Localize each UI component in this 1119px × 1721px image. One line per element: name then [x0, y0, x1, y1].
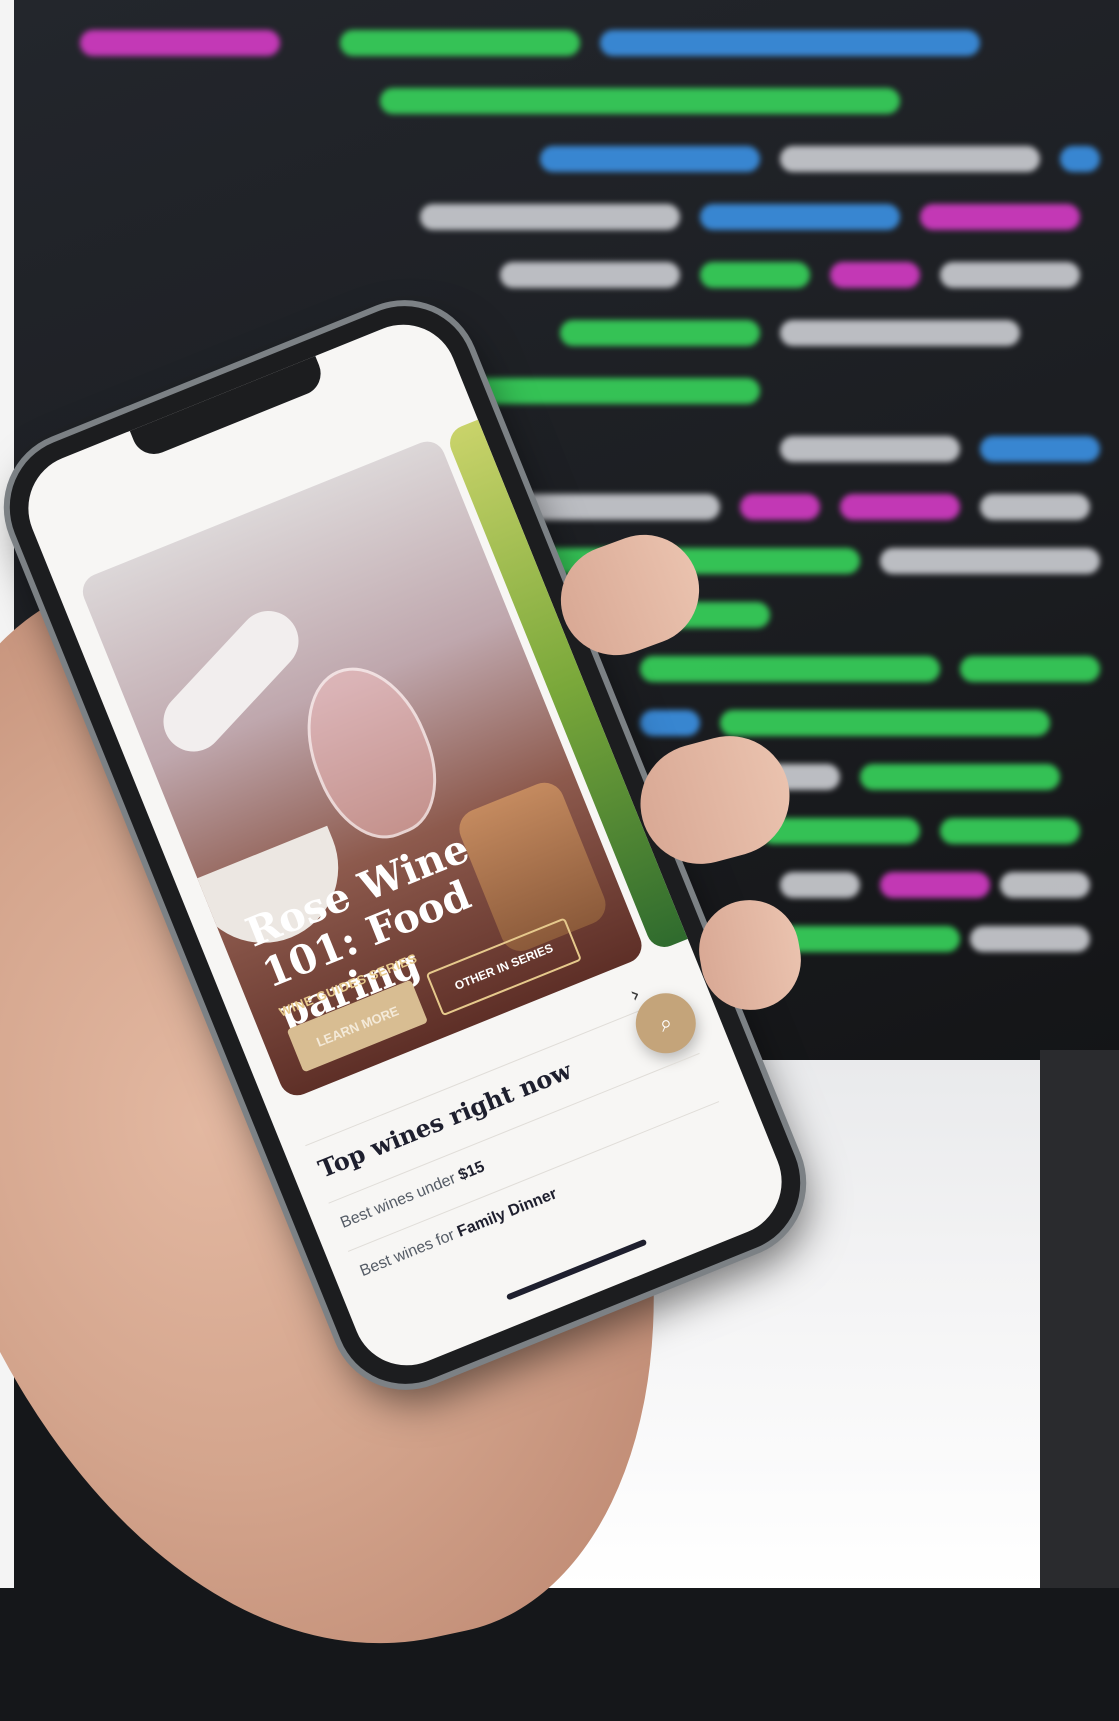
code-line	[980, 494, 1090, 520]
code-line	[1000, 872, 1090, 898]
code-line	[880, 548, 1100, 574]
wine-bottle-image	[151, 598, 311, 764]
code-line	[940, 818, 1080, 844]
code-line	[780, 436, 960, 462]
code-line	[600, 30, 980, 56]
background-monitor-stand	[1040, 1050, 1119, 1588]
list-item-highlight: Family Dinner	[454, 1185, 560, 1241]
code-line	[780, 926, 960, 952]
code-line	[880, 872, 990, 898]
list-item-prefix: Best wines for	[357, 1224, 462, 1281]
code-line	[760, 818, 920, 844]
code-line	[780, 146, 1040, 172]
code-line	[720, 710, 1050, 736]
wine-glass-image	[283, 648, 458, 856]
code-line	[700, 204, 900, 230]
code-line	[780, 320, 1020, 346]
code-line	[640, 710, 700, 736]
code-line	[940, 262, 1080, 288]
code-line	[540, 146, 760, 172]
code-line	[340, 30, 580, 56]
code-line	[560, 320, 760, 346]
code-line	[640, 656, 940, 682]
code-line	[1060, 146, 1100, 172]
code-line	[980, 436, 1100, 462]
code-line	[960, 656, 1100, 682]
code-line	[840, 494, 960, 520]
code-line	[830, 262, 920, 288]
code-line	[700, 262, 810, 288]
home-indicator	[505, 1238, 648, 1301]
code-line	[420, 204, 680, 230]
code-line	[780, 872, 860, 898]
list-item-highlight: $15	[456, 1158, 488, 1185]
code-line	[920, 204, 1080, 230]
code-line	[860, 764, 1060, 790]
code-line	[740, 494, 820, 520]
code-line	[970, 926, 1090, 952]
code-line	[500, 262, 680, 288]
code-line	[460, 378, 760, 404]
code-line	[80, 30, 280, 56]
code-line	[380, 88, 900, 114]
list-item-prefix: Best wines under	[338, 1168, 463, 1232]
code-line	[520, 494, 720, 520]
